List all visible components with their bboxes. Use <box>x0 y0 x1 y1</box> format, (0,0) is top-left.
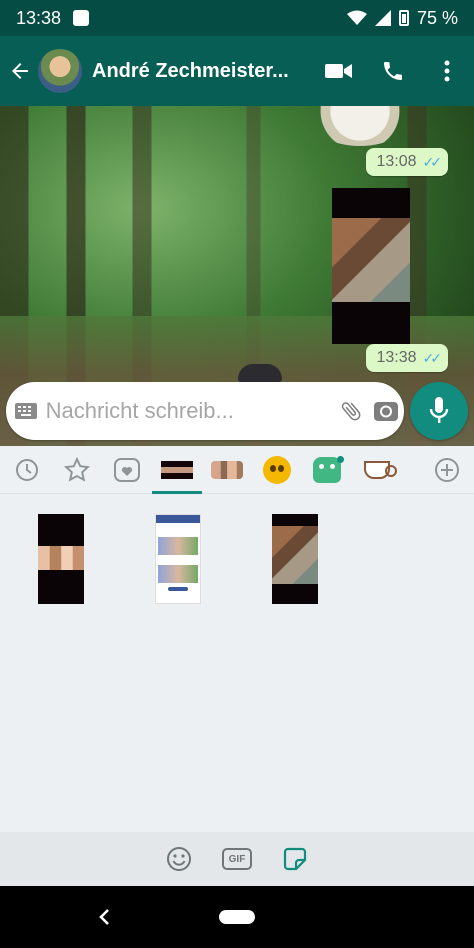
arrow-left-icon <box>12 63 28 79</box>
camera-button[interactable] <box>369 399 404 423</box>
plus-circle-icon <box>435 457 459 482</box>
video-camera-icon <box>325 64 352 78</box>
message-time: 13:38 <box>376 349 417 366</box>
tab-dino-pack[interactable] <box>302 446 352 494</box>
sticker-screenshot[interactable] <box>155 514 201 604</box>
voice-message-button[interactable] <box>410 382 468 440</box>
avatar[interactable] <box>38 49 82 93</box>
sent-image-message[interactable] <box>332 188 410 344</box>
sticker-icon <box>283 847 307 871</box>
phone-icon <box>384 62 402 80</box>
smiley-icon <box>167 847 191 871</box>
sticker-panel: GIF <box>0 446 474 886</box>
chat-toolbar: André Zechmeister... <box>0 36 474 106</box>
system-nav-bar <box>0 886 474 948</box>
attach-button[interactable] <box>334 399 369 423</box>
clock-icon <box>16 458 38 481</box>
tab-favorites[interactable] <box>52 446 102 494</box>
message-timestamp: 13:38 ✓✓ <box>366 344 448 372</box>
tab-blob-pack[interactable] <box>252 446 302 494</box>
sticker-tab-button[interactable] <box>279 843 311 875</box>
toolbar-actions <box>312 36 474 106</box>
message-timestamp: 13:08 ✓✓ <box>366 148 448 176</box>
gif-label: GIF <box>228 853 246 865</box>
message-input[interactable] <box>45 391 334 431</box>
sticker-family-photo[interactable] <box>38 514 84 604</box>
voice-call-button[interactable] <box>366 36 420 106</box>
nav-home-button[interactable] <box>219 910 255 924</box>
sent-sticker[interactable] <box>305 106 415 146</box>
double-check-icon: ✓✓ <box>422 349 443 366</box>
sticker-tabs <box>0 446 474 494</box>
chevron-left-icon <box>99 909 109 925</box>
paperclip-icon <box>341 402 361 421</box>
add-sticker-pack-button[interactable] <box>422 446 472 494</box>
keyboard-icon <box>14 403 37 419</box>
battery-icon <box>398 10 409 26</box>
tab-coffee-pack[interactable] <box>352 446 402 494</box>
video-call-button[interactable] <box>312 36 366 106</box>
coffee-cup-icon <box>364 460 397 479</box>
status-bar: 13:38 75 % <box>0 0 474 36</box>
message-time: 13:08 <box>376 153 417 170</box>
people-pack-thumbnail <box>211 460 243 479</box>
keyboard-toggle-button[interactable] <box>6 403 46 419</box>
overflow-menu-button[interactable] <box>420 36 474 106</box>
custom-pack-thumbnail <box>161 460 193 479</box>
status-time: 13:38 <box>16 7 62 28</box>
double-check-icon: ✓✓ <box>422 153 443 170</box>
nav-back-button[interactable] <box>92 902 116 932</box>
tab-custom-pack-2[interactable] <box>202 446 252 494</box>
wifi-icon <box>346 10 367 25</box>
star-icon <box>64 456 90 482</box>
status-right: 75 % <box>346 7 458 29</box>
notification-icon <box>73 10 90 26</box>
sticker-rabbit-hutch[interactable] <box>272 514 318 604</box>
signal-icon <box>374 10 391 26</box>
back-button[interactable] <box>2 36 38 106</box>
battery-level: 75 % <box>416 7 458 28</box>
rabbit-hutch-photo <box>332 218 410 302</box>
contact-name[interactable]: André Zechmeister... <box>92 60 308 83</box>
gif-tab-button[interactable]: GIF <box>221 843 253 875</box>
sticker-grid <box>0 494 474 834</box>
yellow-blob-icon <box>263 455 291 484</box>
tab-recent[interactable] <box>2 446 52 494</box>
more-vert-icon <box>444 60 450 82</box>
tab-custom-pack-1[interactable] <box>152 446 202 494</box>
tab-love[interactable] <box>102 446 152 494</box>
new-badge-dot <box>337 455 344 463</box>
microphone-icon <box>429 397 449 423</box>
heart-icon <box>114 457 140 482</box>
message-composer <box>6 382 404 440</box>
camera-icon <box>374 402 399 421</box>
emoji-tab-button[interactable] <box>163 843 195 875</box>
emoji-gif-sticker-switcher: GIF <box>0 832 474 886</box>
